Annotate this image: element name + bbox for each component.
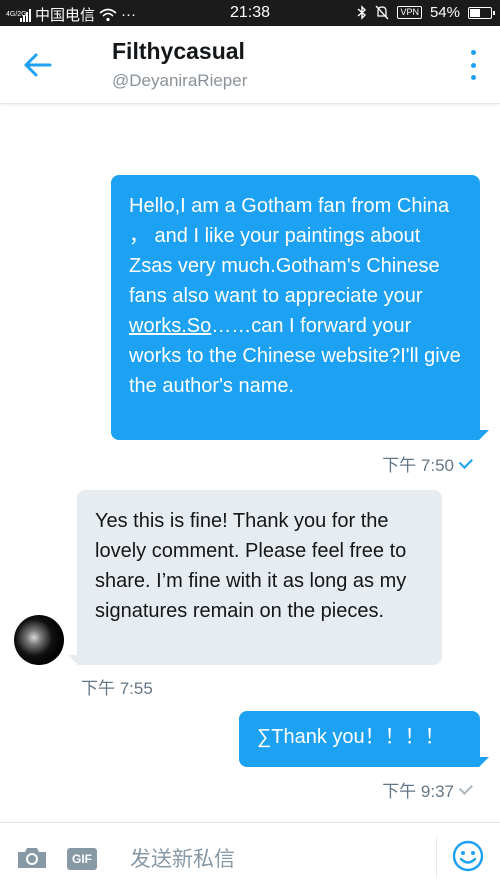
emoji-icon[interactable]	[452, 840, 484, 872]
conversation-handle: @DeyaniraRieper	[112, 71, 248, 90]
sent-check-icon	[458, 780, 473, 795]
compose-divider	[436, 837, 437, 877]
back-arrow-icon[interactable]	[22, 50, 54, 80]
compose-bar: GIF 发送新私信	[0, 822, 500, 889]
bubble-tail	[479, 757, 489, 767]
more-options-icon[interactable]	[468, 50, 478, 80]
message-time: 下午 9:37	[382, 782, 454, 801]
message-meta: 下午 9:37	[382, 777, 474, 802]
message-time: 下午 7:50	[382, 456, 454, 475]
message-text: Hello,I am a Gotham fan from China ， and…	[129, 195, 450, 307]
bubble-tail	[68, 655, 78, 665]
message-time: 下午 7:55	[81, 679, 153, 698]
status-bar: 4G/2G 中国电信 ··· 21:38 VPN 54%	[0, 0, 500, 26]
read-check-icon	[458, 454, 473, 469]
message-meta: 下午 7:50	[382, 451, 474, 476]
bluetooth-icon	[357, 5, 367, 20]
message-text: ∑Thank you！！！！	[257, 726, 445, 748]
message-text: Yes this is fine! Thank you for the love…	[95, 510, 407, 622]
battery-fill	[470, 8, 480, 17]
message-bubble-incoming[interactable]: Yes this is fine! Thank you for the love…	[77, 490, 442, 665]
vpn-badge: VPN	[397, 6, 422, 19]
gif-button[interactable]: GIF	[67, 848, 97, 870]
conversation-title[interactable]: Filthycasual	[112, 38, 245, 65]
message-input[interactable]: 发送新私信	[130, 843, 235, 873]
mute-bell-icon	[375, 5, 389, 20]
bubble-tail	[479, 430, 489, 440]
message-meta: 下午 7:55	[81, 674, 153, 699]
camera-icon[interactable]	[16, 846, 48, 870]
battery-icon	[468, 6, 495, 19]
battery-percent: 54%	[429, 4, 460, 21]
avatar[interactable]	[14, 615, 64, 665]
message-bubble-outgoing[interactable]: Hello,I am a Gotham fan from China ， and…	[111, 175, 480, 440]
status-right: VPN 54%	[357, 4, 495, 21]
message-link[interactable]: works.So	[129, 315, 211, 337]
message-bubble-outgoing[interactable]: ∑Thank you！！！！	[239, 711, 480, 767]
conversation-header: Filthycasual @DeyaniraRieper	[0, 26, 500, 104]
